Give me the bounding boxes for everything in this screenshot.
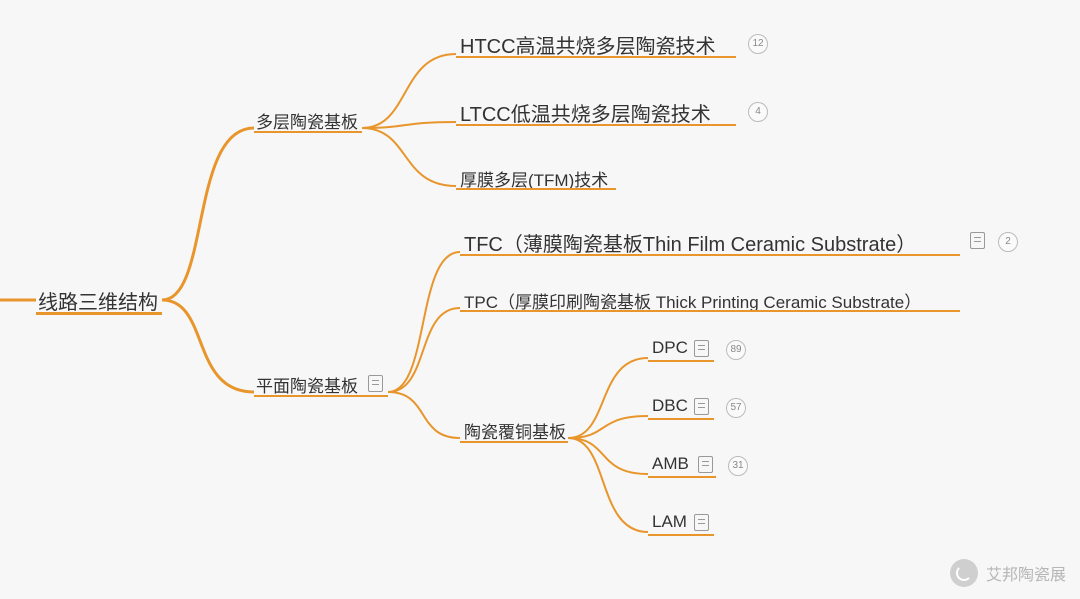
leaf-htcc[interactable]: HTCC高温共烧多层陶瓷技术 <box>460 30 716 59</box>
leaf-dpc-label: DPC <box>652 338 688 357</box>
badge-amb-count: 31 <box>728 456 748 476</box>
doc-icon <box>698 456 713 473</box>
badge-dbc-count: 57 <box>726 398 746 418</box>
watermark: 艾邦陶瓷展 <box>950 559 1066 587</box>
wechat-logo-icon <box>950 559 978 587</box>
branch-planar[interactable]: 平面陶瓷基板 <box>256 372 358 397</box>
badge-tfc-count: 2 <box>998 232 1018 252</box>
branch-copper-label: 陶瓷覆铜基板 <box>464 423 566 442</box>
leaf-dbc-label: DBC <box>652 396 688 415</box>
leaf-dbc[interactable]: DBC <box>652 396 688 416</box>
doc-icon <box>970 232 985 249</box>
badge-htcc-count: 12 <box>748 34 768 54</box>
leaf-htcc-label: HTCC高温共烧多层陶瓷技术 <box>460 36 716 58</box>
root-node[interactable]: 线路三维结构 <box>38 286 158 315</box>
branch-planar-label: 平面陶瓷基板 <box>256 377 358 396</box>
leaf-ltcc[interactable]: LTCC低温共烧多层陶瓷技术 <box>460 98 711 127</box>
mindmap-canvas: 线路三维结构 多层陶瓷基板 HTCC高温共烧多层陶瓷技术 12 LTCC低温共烧… <box>0 0 1080 599</box>
root-label: 线路三维结构 <box>38 292 158 314</box>
doc-icon <box>694 340 709 357</box>
leaf-tfc[interactable]: TFC（薄膜陶瓷基板Thin Film Ceramic Substrate） <box>464 228 916 257</box>
doc-icon <box>694 398 709 415</box>
leaf-amb[interactable]: AMB <box>652 454 689 474</box>
branch-copper[interactable]: 陶瓷覆铜基板 <box>464 418 566 443</box>
leaf-lam-label: LAM <box>652 512 687 531</box>
leaf-ltcc-label: LTCC低温共烧多层陶瓷技术 <box>460 104 711 126</box>
watermark-text: 艾邦陶瓷展 <box>986 561 1066 585</box>
leaf-amb-label: AMB <box>652 454 689 473</box>
badge-dpc-count: 89 <box>726 340 746 360</box>
leaf-tfc-label: TFC（薄膜陶瓷基板Thin Film Ceramic Substrate） <box>464 234 916 256</box>
branch-multilayer[interactable]: 多层陶瓷基板 <box>256 108 358 133</box>
doc-icon <box>694 514 709 531</box>
leaf-lam[interactable]: LAM <box>652 512 687 532</box>
branch-multilayer-label: 多层陶瓷基板 <box>256 113 358 132</box>
leaf-dpc[interactable]: DPC <box>652 338 688 358</box>
doc-icon <box>368 375 383 392</box>
badge-ltcc-count: 4 <box>748 102 768 122</box>
